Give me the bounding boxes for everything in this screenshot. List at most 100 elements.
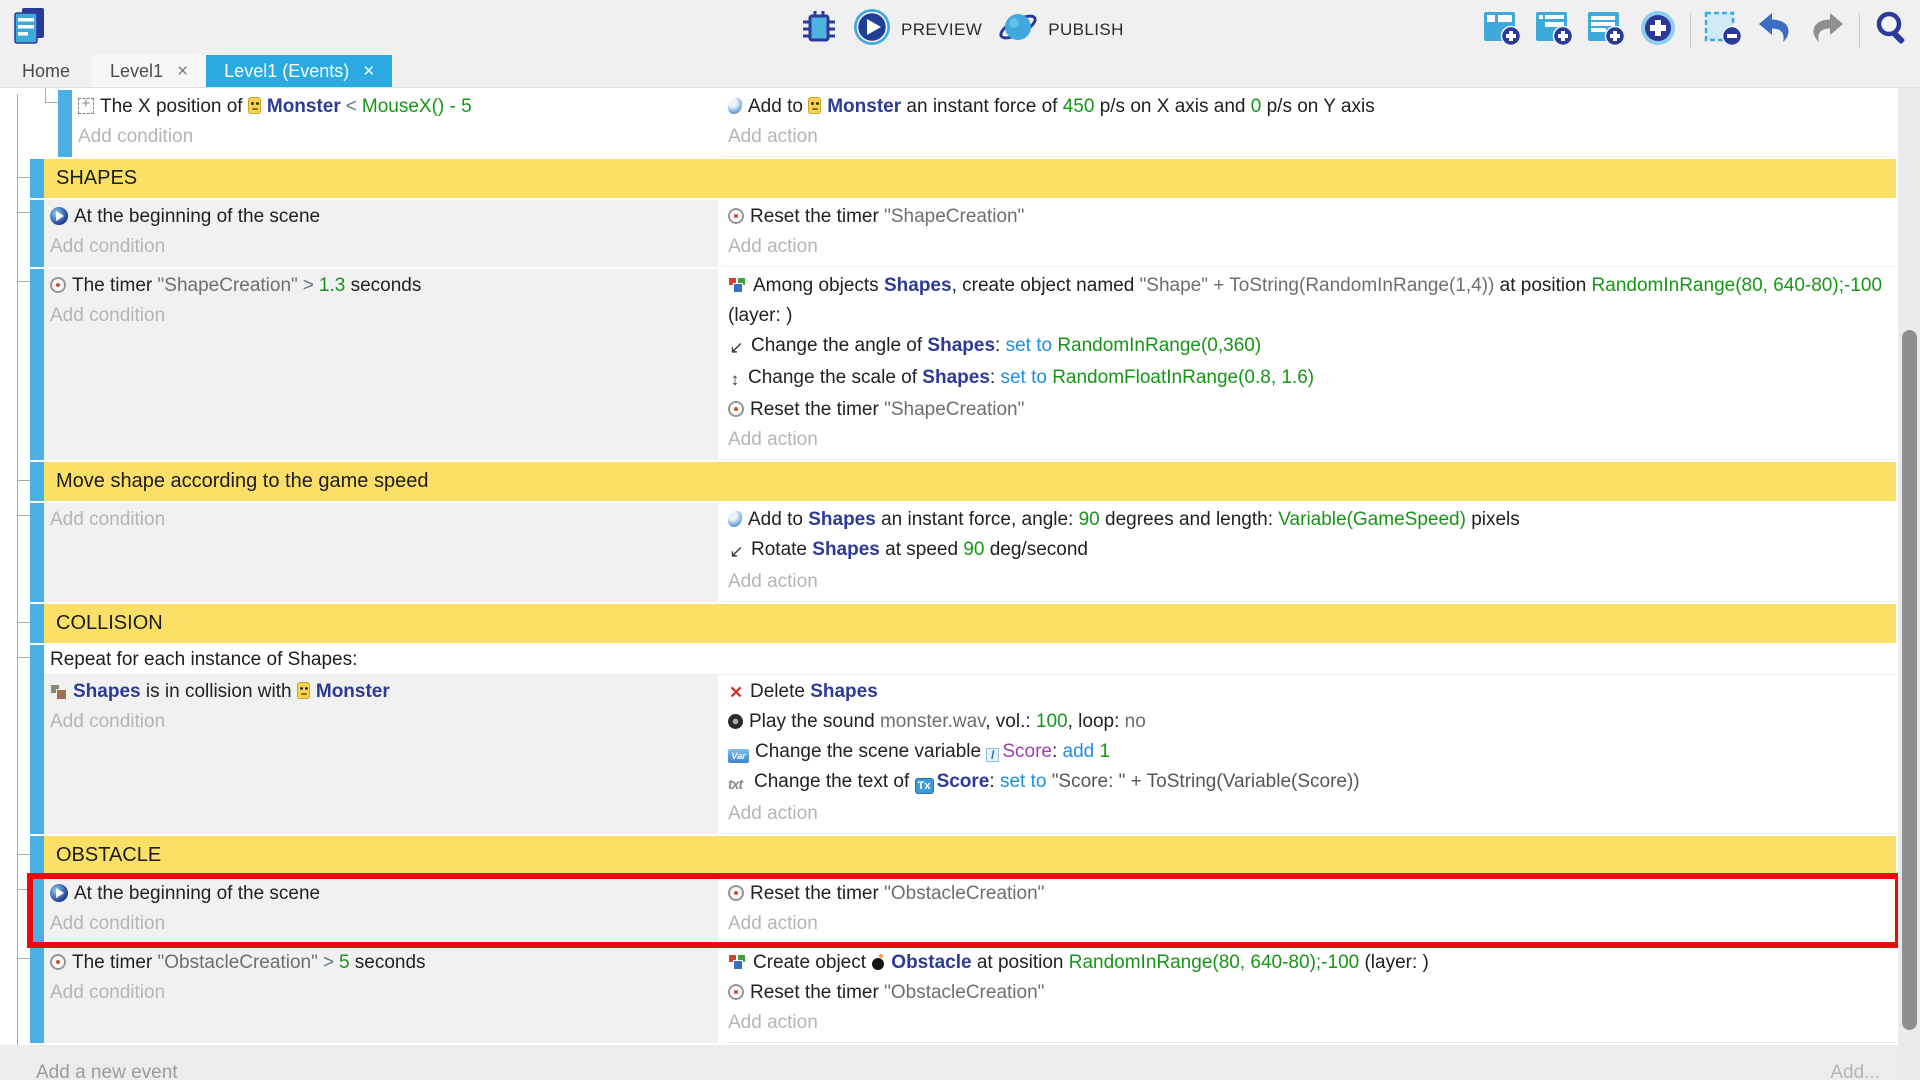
event-handle-bar[interactable] — [58, 90, 72, 157]
action-line[interactable]: Play the sound monster.wav, vol.: 100, l… — [728, 707, 1892, 737]
add-comment-button[interactable] — [1586, 9, 1626, 52]
event-handle-bar[interactable] — [30, 462, 44, 501]
text-segment: Monster — [267, 96, 341, 117]
debug-button[interactable] — [800, 8, 838, 53]
text-segment: "Shape" + ToString(RandomInRange(1,4)) — [1140, 275, 1495, 296]
action-line[interactable]: ↙Change the angle of Shapes: set to Rand… — [728, 331, 1892, 363]
add-condition-button[interactable]: Add condition — [50, 301, 714, 331]
conditions-cell[interactable]: The timer "ShapeCreation">1.3 secondsAdd… — [44, 269, 718, 460]
add-condition-button[interactable]: Add condition — [50, 505, 714, 535]
actions-cell[interactable]: Among objects Shapes, create object name… — [722, 269, 1896, 460]
text-segment: Reset the timer — [750, 883, 884, 904]
action-line[interactable]: ↕Change the scale of Shapes: set to Rand… — [728, 363, 1892, 395]
publish-button[interactable]: PUBLISH — [996, 7, 1124, 53]
section-header[interactable]: Move shape according to the game speed — [44, 462, 1896, 501]
conditions-cell[interactable]: The X position of Monster<MouseX() - 5Ad… — [72, 90, 718, 157]
scrollbar-thumb[interactable] — [1902, 330, 1917, 1030]
actions-cell[interactable]: Add to Monster an instant force of 450 p… — [722, 90, 1896, 157]
project-manager-icon[interactable] — [10, 6, 50, 48]
add-condition-button[interactable]: Add condition — [50, 232, 714, 262]
search-button[interactable] — [1872, 9, 1912, 52]
event-handle-bar[interactable] — [30, 946, 44, 1043]
action-line[interactable]: Among objects Shapes, create object name… — [728, 271, 1892, 331]
condition-line[interactable]: Shapes is in collision with Monster — [50, 677, 714, 707]
section-header[interactable]: OBSTACLE — [44, 836, 1896, 875]
text-segment: At the beginning of the scene — [74, 206, 320, 227]
section-header[interactable]: SHAPES — [44, 159, 1896, 198]
add-action-button[interactable]: Add action — [728, 425, 1892, 455]
close-tab-icon[interactable]: × — [177, 62, 188, 81]
add-action-button[interactable]: Add action — [728, 799, 1892, 829]
condition-line[interactable]: At the beginning of the scene — [50, 879, 714, 909]
action-line[interactable]: ×Delete Shapes — [728, 677, 1892, 707]
text-segment: Obstacle — [891, 952, 971, 973]
section-header[interactable]: COLLISION — [44, 604, 1896, 643]
add-condition-button[interactable]: Add condition — [50, 707, 714, 737]
conditions-cell[interactable]: Shapes is in collision with MonsterAdd c… — [44, 675, 718, 834]
remove-event-button[interactable] — [1703, 9, 1743, 52]
condition-line[interactable]: The X position of Monster<MouseX() - 5 — [78, 92, 714, 122]
add-action-button[interactable]: Add action — [728, 122, 1892, 152]
text-segment: deg/second — [984, 539, 1088, 560]
event-handle-bar[interactable] — [30, 604, 44, 643]
actions-cell[interactable]: Reset the timer "ObstacleCreation"Add ac… — [722, 877, 1896, 944]
event-handle-bar[interactable] — [30, 159, 44, 198]
add-action-button[interactable]: Add action — [728, 232, 1892, 262]
vertical-scrollbar[interactable] — [1898, 88, 1920, 1080]
event-handle-bar[interactable] — [30, 645, 44, 834]
add-new-event-button[interactable]: Add a new event — [36, 1045, 178, 1080]
preview-button[interactable]: PREVIEW — [852, 7, 982, 53]
publish-label: PUBLISH — [1048, 20, 1124, 40]
event-handle-bar[interactable] — [30, 200, 44, 267]
text-segment: at speed — [880, 539, 963, 560]
tab-home[interactable]: Home — [0, 55, 92, 87]
add-sub-event-button[interactable] — [1534, 9, 1574, 52]
condition-line[interactable]: The timer "ShapeCreation">1.3 seconds — [50, 271, 714, 301]
action-line[interactable]: ↙Rotate Shapes at speed 90 deg/second — [728, 535, 1892, 567]
add-condition-button[interactable]: Add condition — [50, 909, 714, 939]
conditions-cell[interactable]: At the beginning of the scene Add conditi… — [44, 200, 718, 267]
add-action-button[interactable]: Add action — [728, 909, 1892, 939]
tree-tick — [17, 480, 30, 481]
condition-line[interactable]: The timer "ObstacleCreation">5 seconds — [50, 948, 714, 978]
event-handle-bar[interactable] — [30, 877, 44, 944]
action-line[interactable]: txtChange the text of TxScore: set to "S… — [728, 767, 1892, 799]
actions-cell[interactable]: Add to Shapes an instant force, angle: 9… — [722, 503, 1896, 602]
conditions-cell[interactable]: The timer "ObstacleCreation">5 secondsAd… — [44, 946, 718, 1043]
redo-button[interactable] — [1807, 10, 1847, 51]
text-segment: Variable(GameSpeed) — [1278, 509, 1466, 530]
action-line[interactable]: Add to Monster an instant force of 450 p… — [728, 92, 1892, 122]
event-handle-bar[interactable] — [30, 503, 44, 602]
tab-level1-events[interactable]: Level1 (Events) × — [206, 55, 392, 87]
text-segment: Change the scene variable — [755, 741, 986, 762]
tree-tick — [17, 958, 30, 959]
action-line[interactable]: Reset the timer "ObstacleCreation" — [728, 978, 1892, 1008]
action-line[interactable]: Add to Shapes an instant force, angle: 9… — [728, 505, 1892, 535]
action-line[interactable]: VarChange the scene variable /Score: add… — [728, 737, 1892, 767]
add-more-button[interactable]: Add... — [1830, 1045, 1880, 1080]
add-condition-button[interactable]: Add condition — [50, 978, 714, 1008]
tab-level1[interactable]: Level1 × — [92, 55, 206, 87]
add-action-button[interactable]: Add action — [728, 1008, 1892, 1038]
conditions-cell[interactable]: At the beginning of the sceneAdd conditi… — [44, 877, 718, 944]
event-handle-bar[interactable] — [30, 269, 44, 460]
add-plus-button[interactable] — [1638, 8, 1678, 53]
text-segment: no — [1125, 711, 1146, 732]
add-condition-button[interactable]: Add condition — [78, 122, 714, 152]
action-line[interactable]: Reset the timer "ObstacleCreation" — [728, 879, 1892, 909]
conditions-cell[interactable]: Add condition — [44, 503, 718, 602]
condition-line[interactable]: At the beginning of the scene — [50, 202, 714, 232]
event-handle-bar[interactable] — [30, 836, 44, 875]
action-line[interactable]: Reset the timer "ShapeCreation" — [728, 395, 1892, 425]
add-action-button[interactable]: Add action — [728, 567, 1892, 597]
repeat-event-header[interactable]: Repeat for each instance of Shapes: — [44, 645, 1896, 675]
actions-cell[interactable]: Create object Obstacle at position Rando… — [722, 946, 1896, 1043]
text-segment: , create object named — [952, 275, 1140, 296]
action-line[interactable]: Reset the timer "ShapeCreation" — [728, 202, 1892, 232]
add-event-button[interactable] — [1482, 9, 1522, 52]
undo-button[interactable] — [1755, 10, 1795, 51]
actions-cell[interactable]: ×Delete ShapesPlay the sound monster.wav… — [722, 675, 1896, 834]
actions-cell[interactable]: Reset the timer "ShapeCreation"Add actio… — [722, 200, 1896, 267]
action-line[interactable]: Create object Obstacle at position Rando… — [728, 948, 1892, 978]
close-tab-icon[interactable]: × — [363, 62, 374, 81]
